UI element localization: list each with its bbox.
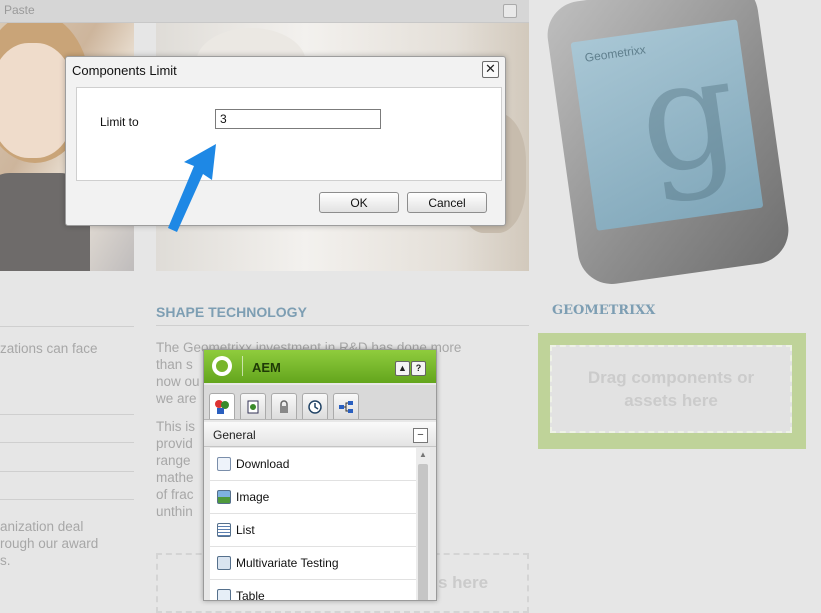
limit-to-label: Limit to [100, 115, 139, 129]
component-label: Image [236, 490, 270, 504]
divider [0, 326, 134, 327]
phone-image: Geometrixx g [543, 0, 793, 289]
paste-checkbox[interactable] [503, 4, 517, 18]
annotation-arrow-icon [168, 144, 216, 232]
table-icon [217, 589, 231, 600]
component-download[interactable]: Download [210, 448, 416, 481]
divider [0, 499, 134, 500]
divider [0, 471, 134, 472]
component-label: List [236, 523, 255, 537]
scroll-up-icon[interactable]: ▲ [419, 450, 427, 459]
left-paragraph-2: anization deal rough our award s. [0, 519, 99, 568]
image-icon [217, 490, 231, 504]
component-label: Multivariate Testing [236, 556, 339, 570]
paste-bar: Paste [0, 0, 529, 23]
multivariate-icon [217, 556, 231, 570]
download-icon [217, 457, 231, 471]
collapse-group-icon[interactable]: − [413, 428, 428, 443]
phone-screen: Geometrixx g [570, 19, 764, 231]
component-label: Download [236, 457, 290, 471]
sidekick-title: AEM [252, 360, 281, 375]
scroll-thumb[interactable] [418, 464, 428, 600]
lock-icon[interactable] [271, 393, 297, 419]
components-icon[interactable] [209, 393, 235, 419]
dropzone-text: Drag components or assets here [587, 368, 755, 410]
geometrixx-heading: GEOMETRIXX [552, 303, 656, 318]
aem-logo-icon [212, 356, 232, 376]
component-image[interactable]: Image [210, 481, 416, 514]
left-paragraph-1: zations can face [0, 341, 98, 356]
component-list: Download Image List Multivariate Testing… [210, 448, 416, 600]
group-label: General [213, 428, 256, 442]
component-list-item[interactable]: List [210, 514, 416, 547]
list-icon [217, 523, 231, 537]
paste-label: Paste [4, 3, 35, 17]
component-label: Table [236, 589, 265, 601]
phone-logo-glyph: g [628, 23, 748, 209]
cancel-button[interactable]: Cancel [407, 192, 487, 213]
components-limit-dialog: Components Limit ✕ Limit to OK Cancel [65, 56, 506, 226]
bottom-dropzone-text: s here [438, 573, 489, 592]
component-group-general[interactable]: General − [204, 422, 436, 447]
divider [0, 414, 134, 415]
ok-button[interactable]: OK [319, 192, 399, 213]
dialog-title: Components Limit [72, 63, 177, 78]
geometrixx-dropzone[interactable]: Drag components or assets here [538, 333, 806, 449]
help-icon[interactable]: ? [411, 361, 426, 376]
close-icon[interactable]: ✕ [482, 61, 499, 78]
limit-to-input[interactable] [215, 109, 381, 129]
component-table[interactable]: Table [210, 580, 416, 601]
versioning-icon[interactable] [302, 393, 328, 419]
dialog-body: Limit to [76, 87, 502, 181]
aem-sidekick: AEM ▲ ? General − Download Image List Mu… [203, 349, 437, 601]
sidekick-tabs [204, 385, 436, 420]
workflow-icon[interactable] [333, 393, 359, 419]
component-multivariate-testing[interactable]: Multivariate Testing [210, 547, 416, 580]
shape-technology-heading: SHAPE TECHNOLOGY [156, 304, 307, 320]
dropzone-placeholder[interactable]: Drag components or assets here [550, 345, 792, 433]
page-icon[interactable] [240, 393, 266, 419]
component-list-scrollbar[interactable]: ▲ [416, 448, 430, 600]
divider [0, 442, 134, 443]
divider [156, 325, 529, 326]
sidekick-header[interactable]: AEM ▲ ? [204, 350, 436, 383]
collapse-icon[interactable]: ▲ [395, 361, 410, 376]
